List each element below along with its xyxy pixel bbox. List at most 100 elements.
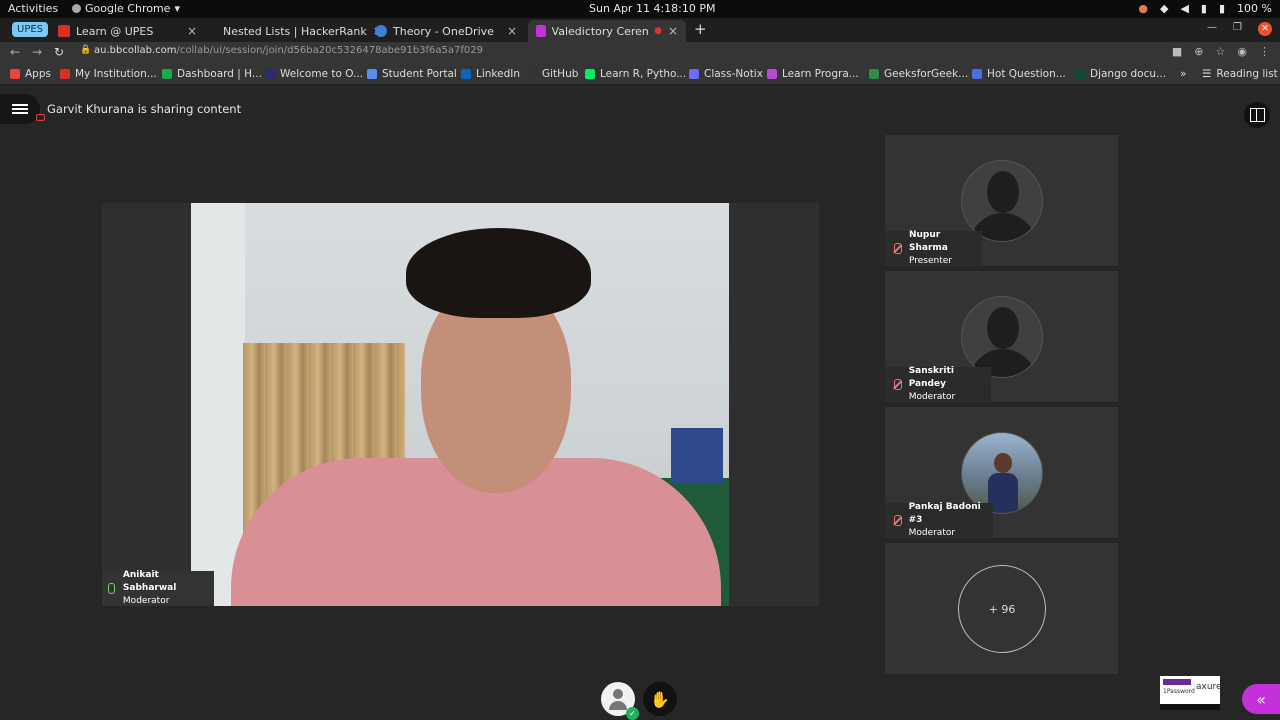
bookmark-dashboard[interactable]: Dashboard | H... (162, 68, 262, 80)
mic-muted-icon (893, 379, 902, 390)
clock[interactable]: Sun Apr 11 4:18:10 PM (589, 2, 715, 15)
battery-icon: ▮ (1218, 2, 1226, 15)
tab-valedictory[interactable]: Valedictory Ceremony ● × (528, 20, 686, 42)
tab-hackerrank[interactable]: Nested Lists | HackerRank × (209, 20, 383, 42)
restore-icon[interactable]: ❐ (1233, 22, 1242, 36)
tab-title: Valedictory Ceremony (551, 24, 649, 38)
site-icon (265, 69, 275, 79)
session-menu-button[interactable] (0, 94, 40, 124)
hackerrank-icon (162, 69, 172, 79)
mic-muted-icon (893, 243, 902, 254)
hand-icon: ✋ (650, 689, 670, 709)
participant-name: Pankaj Badoni #3 (908, 502, 981, 525)
participant-label: Nupur Sharma Presenter (885, 230, 982, 266)
url-host: au.bbcollab.com (94, 45, 177, 56)
lock-icon[interactable]: 🔒 (80, 45, 91, 55)
recording-indicator-icon (36, 114, 45, 121)
mic-icon: ▮ (1200, 2, 1207, 15)
open-side-panel-button[interactable]: « (1242, 684, 1280, 714)
bookmarks-overflow[interactable]: » (1180, 68, 1186, 80)
bookmark-django-docs[interactable]: Django docu... (1075, 68, 1166, 80)
session-stage: Garvit Khurana is sharing content Anikai… (0, 86, 1280, 720)
thumbnail-text-2: axure (1196, 682, 1222, 692)
tab-title: Learn @ UPES (76, 24, 154, 38)
bookmark-github[interactable]: GitHub (527, 68, 578, 80)
github-icon (527, 69, 537, 79)
forward-icon[interactable]: → (32, 45, 42, 59)
participant-tile[interactable]: Nupur Sharma Presenter (885, 135, 1118, 266)
linkedin-icon (461, 69, 471, 79)
panel-icon (1249, 108, 1265, 122)
participant-label: Sanskriti Pandey Moderator (885, 366, 991, 402)
new-tab-button[interactable]: + (694, 20, 707, 38)
minimize-icon[interactable]: — (1207, 22, 1217, 36)
close-icon[interactable]: × (668, 24, 678, 38)
app-menu[interactable]: Google Chrome ▾ (72, 2, 180, 15)
bookmark-class-notix[interactable]: Class-Notix (689, 68, 763, 80)
learn-icon (767, 69, 777, 79)
participant-role: Moderator (908, 392, 956, 402)
bookmark-datacamp[interactable]: Learn R, Pytho... (585, 68, 686, 80)
more-menu-icon[interactable]: ⋮ (1259, 45, 1270, 58)
thumbnail-text-1: 1Password (1163, 688, 1195, 695)
system-tray[interactable]: ● ◆ ◀ ▮ ▮ 100 % (1138, 2, 1272, 15)
main-video-feed (191, 203, 729, 606)
my-status-button[interactable]: ✓ (601, 682, 639, 720)
tab-onedrive[interactable]: Theory - OneDrive × (367, 20, 525, 42)
bookmark-apps[interactable]: Apps (10, 68, 51, 80)
reading-list[interactable]: ☰ Reading list (1202, 68, 1278, 80)
app-name: Google Chrome (85, 2, 171, 15)
stackexchange-icon (972, 69, 982, 79)
profile-avatar-icon[interactable]: ◉ (1237, 45, 1247, 58)
camera-icon[interactable]: ■ (1172, 45, 1182, 58)
bookmark-student-portal[interactable]: Student Portal (367, 68, 457, 80)
participant-name: Sanskriti Pandey (908, 366, 954, 389)
bookmark-hot-questions[interactable]: Hot Question... (972, 68, 1066, 80)
close-window-icon[interactable]: ✕ (1258, 22, 1272, 36)
participant-role: Moderator (908, 528, 956, 538)
back-icon[interactable]: ← (10, 45, 20, 59)
tab-bar: UPES Learn @ UPES × Nested Lists | Hacke… (0, 18, 1280, 42)
bookmark-my-institution[interactable]: My Institution... (60, 68, 157, 80)
wifi-icon: ◆ (1159, 2, 1169, 15)
participant-role: Presenter (908, 256, 952, 266)
video-person-hair (406, 228, 591, 318)
bookmark-linkedin[interactable]: LinkedIn (461, 68, 520, 80)
main-video-name-tag: Anikait Sabharwal Moderator (102, 570, 214, 606)
raise-hand-button[interactable]: ✋ (643, 682, 677, 716)
more-participants-tile[interactable]: + 96 (885, 543, 1118, 674)
video-boxes (671, 428, 723, 483)
close-icon[interactable]: × (507, 24, 517, 38)
address-bar: ← → ↻ 🔒 au.bbcollab.com/collab/ui/sessio… (0, 42, 1280, 64)
tab-title: Nested Lists | HackerRank (223, 24, 367, 38)
bookmark-geeksforgeeks[interactable]: GeeksforGeek... (869, 68, 968, 80)
tab-learn-upes[interactable]: Learn @ UPES × (50, 20, 205, 42)
participant-tile[interactable]: Pankaj Badoni #3 Moderator (885, 407, 1118, 538)
volume-icon: ◀ (1180, 2, 1189, 15)
bookmark-learn-programming[interactable]: Learn Progra... (767, 68, 859, 80)
participant-tile[interactable]: Sanskriti Pandey Moderator (885, 271, 1118, 402)
collaborate-panel-toggle[interactable] (1244, 102, 1270, 128)
datacamp-icon (585, 69, 595, 79)
upes-icon (60, 69, 70, 79)
close-icon[interactable]: × (187, 24, 197, 38)
window-controls: — ❐ ✕ (1207, 22, 1272, 36)
tab-group-badge[interactable]: UPES (12, 22, 49, 37)
reload-icon[interactable]: ↻ (54, 45, 64, 59)
upes-favicon (58, 25, 70, 37)
main-video-area: Anikait Sabharwal Moderator (102, 203, 819, 606)
chevron-down-icon: ▾ (174, 2, 180, 15)
desktop-thumbnail: 1Password axure (1160, 676, 1222, 710)
zoom-icon[interactable]: ⊕ (1194, 45, 1203, 58)
hamburger-icon (12, 104, 28, 114)
onedrive-favicon (375, 25, 387, 37)
star-icon[interactable]: ☆ (1216, 45, 1226, 58)
url-field[interactable]: au.bbcollab.com/collab/ui/session/join/d… (94, 45, 483, 56)
collaborate-favicon (536, 25, 546, 37)
activities-button[interactable]: Activities (8, 2, 58, 15)
gfg-icon (869, 69, 879, 79)
shield-icon: ● (1138, 2, 1148, 15)
recording-icon: ● (654, 26, 662, 36)
bookmark-welcome[interactable]: Welcome to O... (265, 68, 363, 80)
portal-icon (367, 69, 377, 79)
